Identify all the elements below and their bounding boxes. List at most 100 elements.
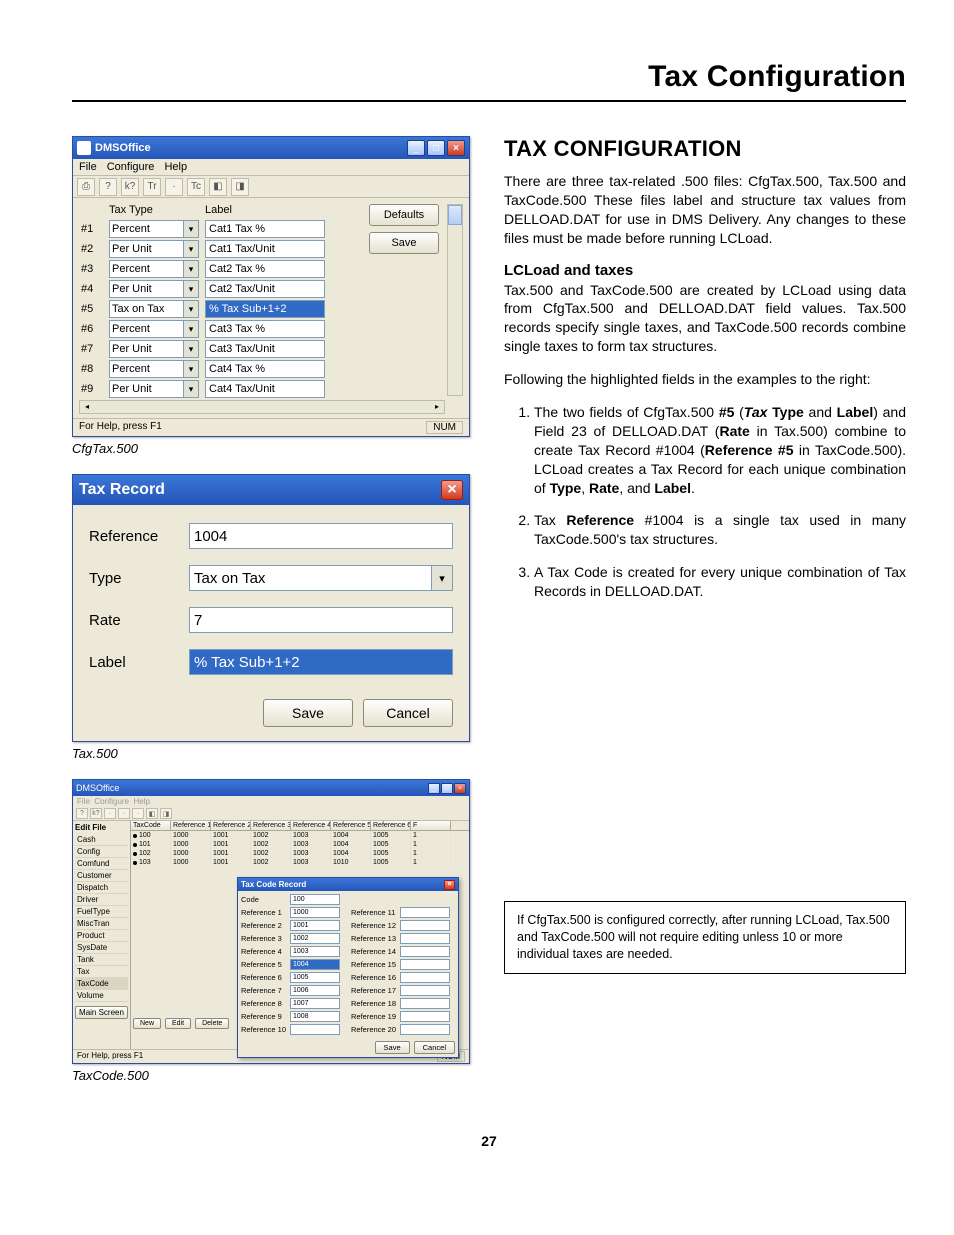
close-button[interactable]: × xyxy=(447,140,465,156)
reference-input[interactable]: 1005 xyxy=(290,972,340,983)
reference-input[interactable]: 1002 xyxy=(290,933,340,944)
menu-file[interactable]: File xyxy=(79,161,97,173)
table-row[interactable]: 1001000100110021003100410051 xyxy=(131,831,469,840)
vertical-scrollbar[interactable] xyxy=(447,204,463,396)
reference-input[interactable]: 1008 xyxy=(290,1011,340,1022)
toolbar-icon[interactable]: ◧ xyxy=(146,808,158,819)
reference-input[interactable] xyxy=(400,933,450,944)
toolbar-icon[interactable]: ◨ xyxy=(160,808,172,819)
minimize-button[interactable]: _ xyxy=(428,783,440,794)
close-button[interactable]: × xyxy=(454,783,466,794)
table-row[interactable]: 1031000100110021003101010051 xyxy=(131,858,469,867)
sidebar-item[interactable]: Dispatch xyxy=(75,882,128,894)
sidebar-item[interactable]: Comfund xyxy=(75,858,128,870)
menu-help[interactable]: Help xyxy=(164,161,187,173)
toolbar-help-icon[interactable]: ? xyxy=(99,178,117,196)
label-input[interactable]: Cat3 Tax % xyxy=(205,320,325,338)
reference-input[interactable] xyxy=(400,920,450,931)
toolbar-whatsthis-icon[interactable]: k? xyxy=(121,178,139,196)
label-input[interactable]: Cat1 Tax/Unit xyxy=(205,240,325,258)
reference-input[interactable] xyxy=(400,1011,450,1022)
reference-input[interactable] xyxy=(400,1024,450,1035)
main-screen-button[interactable]: Main Screen xyxy=(75,1006,128,1019)
delete-button[interactable]: Delete xyxy=(195,1018,229,1029)
label-input[interactable]: Cat4 Tax/Unit xyxy=(205,380,325,398)
horizontal-scrollbar[interactable] xyxy=(79,400,445,414)
taxtype-select[interactable]: Per Unit xyxy=(109,340,199,358)
save-button[interactable]: Save xyxy=(375,1041,410,1054)
label-input[interactable]: Cat2 Tax % xyxy=(205,260,325,278)
label-input[interactable]: % Tax Sub+1+2 xyxy=(189,649,453,675)
reference-input[interactable] xyxy=(400,985,450,996)
sidebar-item[interactable]: SysDate xyxy=(75,942,128,954)
reference-input[interactable] xyxy=(400,998,450,1009)
toolbar-icon[interactable]: · xyxy=(165,178,183,196)
sidebar-item[interactable]: Driver xyxy=(75,894,128,906)
taxtype-select[interactable]: Percent xyxy=(109,220,199,238)
dialog-titlebar[interactable]: Tax Record × xyxy=(73,475,469,505)
window-titlebar[interactable]: DMSOffice _ □ × xyxy=(73,780,469,796)
label-input[interactable]: Cat3 Tax/Unit xyxy=(205,340,325,358)
reference-input[interactable]: 1003 xyxy=(290,946,340,957)
defaults-button[interactable]: Defaults xyxy=(369,204,439,226)
save-button[interactable]: Save xyxy=(369,232,439,254)
close-icon[interactable]: × xyxy=(444,880,455,890)
toolbar-icon[interactable]: ◧ xyxy=(209,178,227,196)
sidebar-item[interactable]: MiscTran xyxy=(75,918,128,930)
reference-input[interactable]: 1007 xyxy=(290,998,340,1009)
sidebar-item[interactable]: FuelType xyxy=(75,906,128,918)
reference-input[interactable]: 1000 xyxy=(290,907,340,918)
toolbar-icon[interactable]: Tc xyxy=(187,178,205,196)
column-header[interactable]: Reference 3 xyxy=(251,821,291,830)
cancel-button[interactable]: Cancel xyxy=(414,1041,455,1054)
column-header[interactable]: Reference 2 xyxy=(211,821,251,830)
taxtype-select[interactable]: Percent xyxy=(109,260,199,278)
taxtype-select[interactable]: Tax on Tax xyxy=(109,300,199,318)
save-button[interactable]: Save xyxy=(263,699,353,727)
reference-input[interactable] xyxy=(400,946,450,957)
reference-input[interactable]: 1004 xyxy=(189,523,453,549)
label-input[interactable]: % Tax Sub+1+2 xyxy=(205,300,325,318)
taxtype-select[interactable]: Percent xyxy=(109,320,199,338)
sidebar-item[interactable]: Config xyxy=(75,846,128,858)
sidebar-item[interactable]: Cash xyxy=(75,834,128,846)
column-header[interactable]: Reference 1 xyxy=(171,821,211,830)
dialog-titlebar[interactable]: Tax Code Record × xyxy=(238,878,458,891)
reference-input[interactable] xyxy=(400,907,450,918)
toolbar-icon[interactable]: ? xyxy=(76,808,88,819)
reference-input[interactable] xyxy=(400,972,450,983)
column-header[interactable]: TaxCode xyxy=(131,821,171,830)
toolbar-icon[interactable]: · xyxy=(118,808,130,819)
toolbar-icon[interactable]: Tr xyxy=(143,178,161,196)
sidebar-item[interactable]: Tax xyxy=(75,966,128,978)
edit-button[interactable]: Edit xyxy=(165,1018,191,1029)
taxtype-select[interactable]: Per Unit xyxy=(109,280,199,298)
label-input[interactable]: Cat2 Tax/Unit xyxy=(205,280,325,298)
sidebar-item[interactable]: Product xyxy=(75,930,128,942)
label-input[interactable]: Cat4 Tax % xyxy=(205,360,325,378)
close-icon[interactable]: × xyxy=(441,480,463,500)
reference-input[interactable]: 1001 xyxy=(290,920,340,931)
code-input[interactable]: 100 xyxy=(290,894,340,905)
toolbar-print-icon[interactable]: ⎙ xyxy=(77,178,95,196)
sidebar-item[interactable]: Volume xyxy=(75,990,128,1002)
table-row[interactable]: 1011000100110021003100410051 xyxy=(131,840,469,849)
maximize-button[interactable]: □ xyxy=(441,783,453,794)
table-row[interactable]: 1021000100110021003100410051 xyxy=(131,849,469,858)
sidebar-item[interactable]: Tank xyxy=(75,954,128,966)
sidebar-item[interactable]: TaxCode xyxy=(75,978,128,990)
cancel-button[interactable]: Cancel xyxy=(363,699,453,727)
taxtype-select[interactable]: Per Unit xyxy=(109,380,199,398)
rate-input[interactable]: 7 xyxy=(189,607,453,633)
taxtype-select[interactable]: Percent xyxy=(109,360,199,378)
minimize-button[interactable]: _ xyxy=(407,140,425,156)
maximize-button[interactable]: □ xyxy=(427,140,445,156)
reference-input[interactable] xyxy=(400,959,450,970)
taxtype-select[interactable]: Per Unit xyxy=(109,240,199,258)
reference-input[interactable]: 1006 xyxy=(290,985,340,996)
new-button[interactable]: New xyxy=(133,1018,161,1029)
menu-configure[interactable]: Configure xyxy=(107,161,155,173)
column-header[interactable]: F xyxy=(411,821,451,830)
reference-input[interactable] xyxy=(290,1024,340,1035)
column-header[interactable]: Reference 4 xyxy=(291,821,331,830)
